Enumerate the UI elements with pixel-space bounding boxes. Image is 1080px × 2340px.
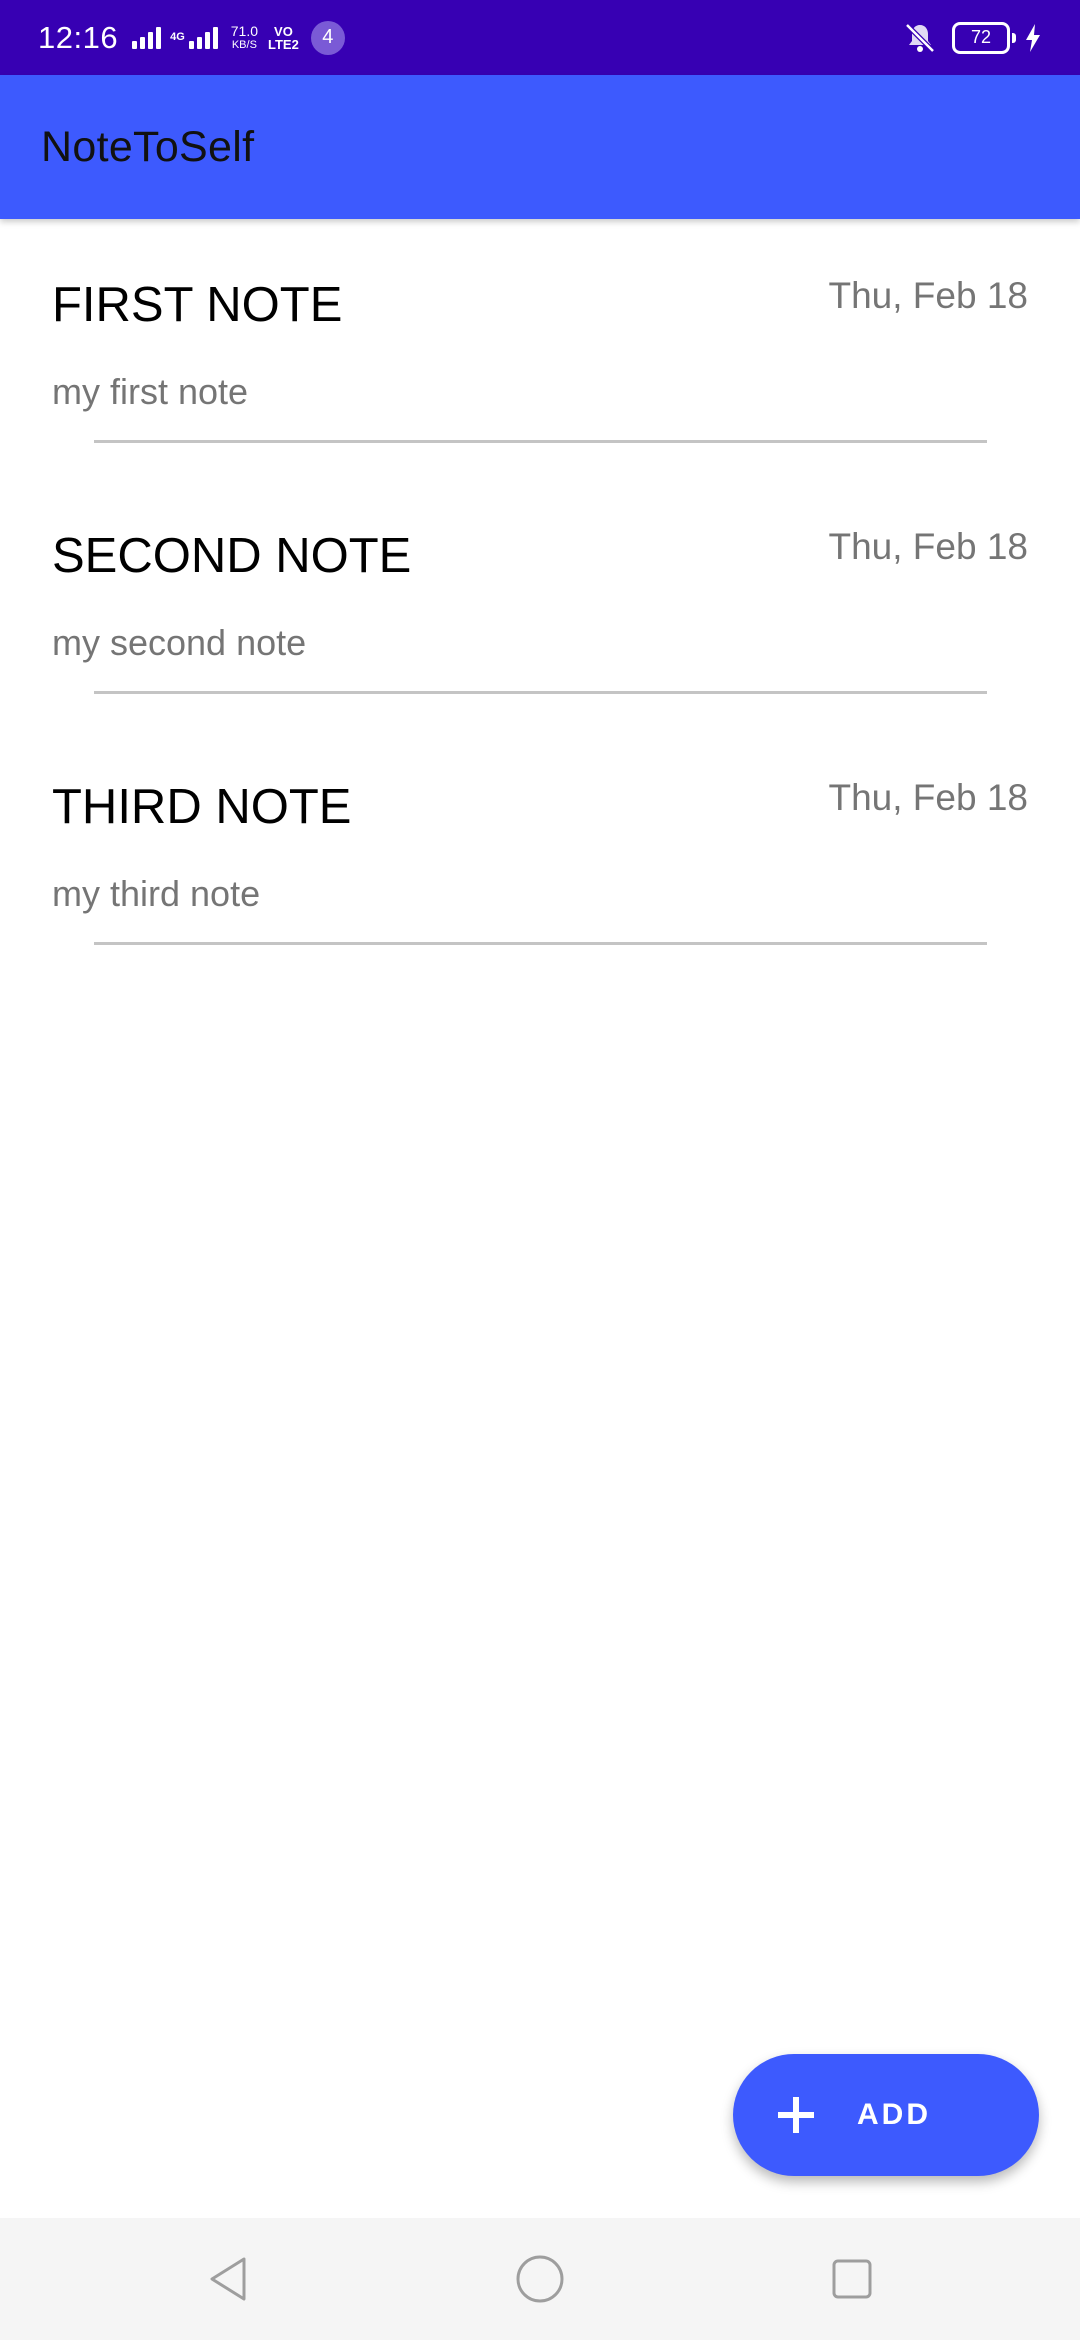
back-button[interactable] bbox=[168, 2218, 288, 2340]
note-body: my first note bbox=[52, 371, 249, 412]
battery-level: 72 bbox=[970, 27, 992, 47]
plus-icon bbox=[778, 2097, 814, 2133]
note-title: SECOND NOTE bbox=[52, 529, 412, 583]
note-divider bbox=[94, 440, 987, 443]
status-bar: 12:16 4G 71.0 KB/S VO LTE2 4 72 bbox=[0, 0, 1080, 75]
mute-icon bbox=[905, 22, 935, 53]
note-divider bbox=[94, 691, 987, 694]
note-divider bbox=[94, 942, 987, 945]
note-date: Thu, Feb 18 bbox=[828, 275, 1028, 316]
recents-button[interactable] bbox=[792, 2218, 912, 2340]
status-left: 12:16 4G 71.0 KB/S VO LTE2 4 bbox=[38, 0, 345, 75]
back-icon bbox=[210, 2257, 246, 2301]
note-date: Thu, Feb 18 bbox=[828, 526, 1028, 567]
note-item[interactable]: SECOND NOTE Thu, Feb 18 my second note bbox=[0, 470, 1080, 721]
battery-icon: 72 bbox=[952, 21, 1016, 54]
volte-top: VO bbox=[274, 23, 293, 39]
note-date: Thu, Feb 18 bbox=[828, 777, 1028, 818]
network-type: 4G bbox=[170, 31, 185, 43]
charging-bolt-icon bbox=[1026, 23, 1040, 52]
add-note-button[interactable]: ADD bbox=[733, 2054, 1039, 2176]
net-speed: 71.0 KB/S bbox=[231, 24, 258, 52]
note-title: FIRST NOTE bbox=[52, 278, 343, 332]
net-speed-value: 71.0 bbox=[230, 22, 259, 39]
note-body: my second note bbox=[52, 622, 307, 663]
signal-icon-2 bbox=[188, 26, 221, 49]
note-body: my third note bbox=[52, 873, 261, 914]
app-bar: NoteToSelf bbox=[0, 75, 1080, 219]
status-time: 12:16 bbox=[38, 19, 119, 55]
volte-indicator: VO LTE2 bbox=[268, 25, 299, 51]
volte-bottom: LTE2 bbox=[268, 36, 299, 52]
screen: 12:16 4G 71.0 KB/S VO LTE2 4 72 NoteToSe… bbox=[0, 0, 1080, 2340]
note-item[interactable]: THIRD NOTE Thu, Feb 18 my third note bbox=[0, 721, 1080, 972]
app-title: NoteToSelf bbox=[41, 122, 255, 171]
net-speed-unit: KB/S bbox=[231, 38, 257, 51]
note-list: FIRST NOTE Thu, Feb 18 my first note SEC… bbox=[0, 219, 1080, 972]
note-item[interactable]: FIRST NOTE Thu, Feb 18 my first note bbox=[0, 219, 1080, 470]
add-button-label: ADD bbox=[857, 2098, 931, 2131]
home-button[interactable] bbox=[480, 2218, 600, 2340]
status-right: 72 bbox=[900, 0, 1042, 75]
home-icon bbox=[516, 2255, 564, 2303]
notification-count-badge: 4 bbox=[310, 20, 345, 55]
recents-icon bbox=[832, 2259, 872, 2299]
navigation-bar bbox=[0, 2218, 1080, 2340]
signal-icon bbox=[132, 26, 164, 49]
note-title: THIRD NOTE bbox=[52, 780, 352, 834]
